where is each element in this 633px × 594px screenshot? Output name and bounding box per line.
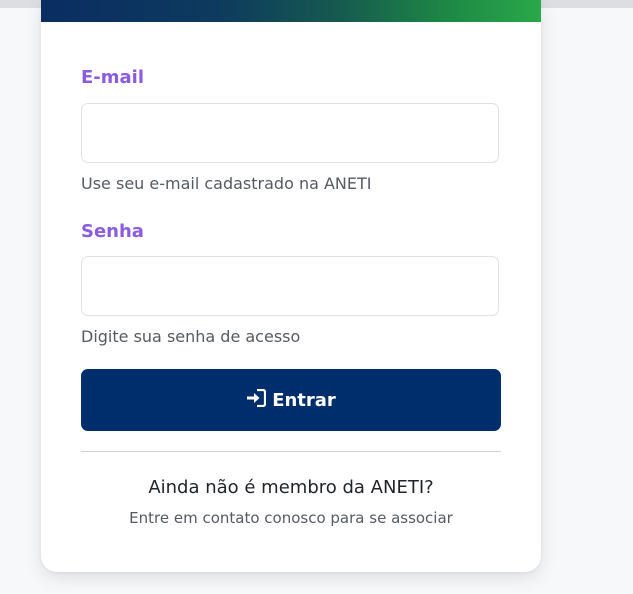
contact-text: Entre em contato conosco para se associa… [129, 509, 453, 527]
password-help-text: Digite sua senha de acesso [81, 327, 301, 346]
login-button-label: Entrar [272, 389, 336, 411]
card-header-gradient [41, 0, 541, 22]
password-field[interactable] [81, 256, 499, 316]
membership-question: Ainda não é membro da ANETI? [148, 477, 434, 498]
login-button[interactable]: Entrar [81, 369, 501, 431]
login-card: E-mail Use seu e-mail cadastrado na ANET… [41, 0, 541, 572]
sign-in-icon [246, 388, 272, 412]
email-field[interactable] [81, 103, 499, 163]
email-help-text: Use seu e-mail cadastrado na ANETI [81, 174, 372, 193]
email-label: E-mail [81, 67, 145, 88]
password-label: Senha [81, 221, 144, 242]
divider [81, 451, 501, 452]
